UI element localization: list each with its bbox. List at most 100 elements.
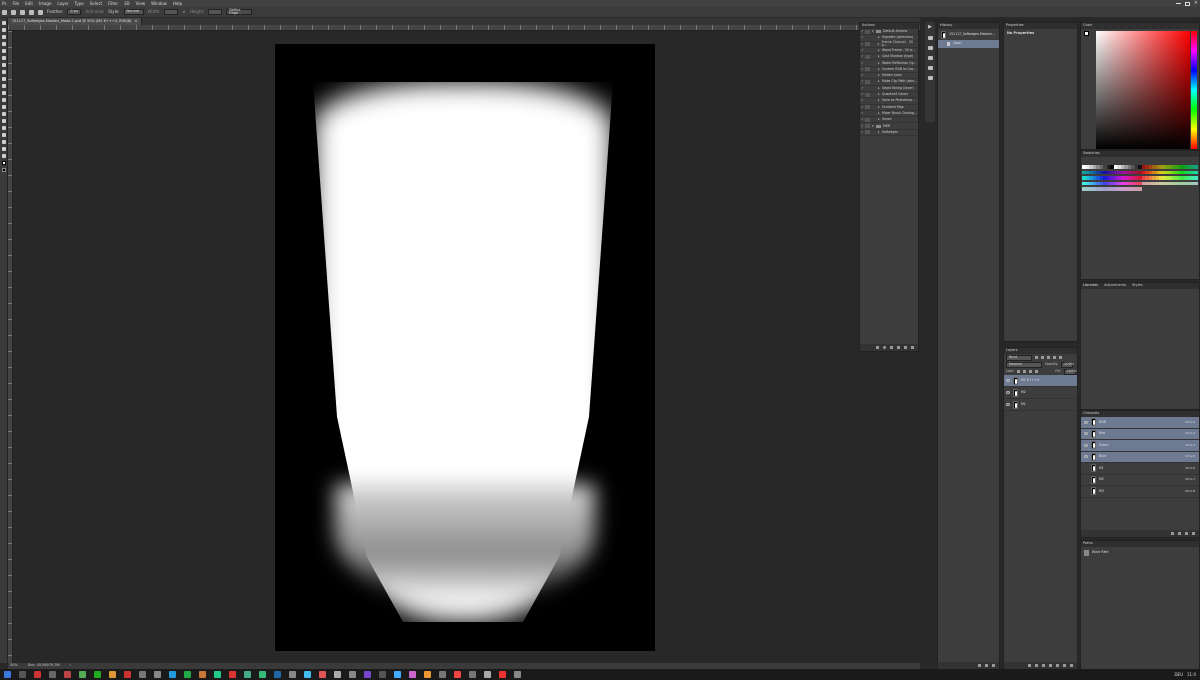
camera-icon[interactable] <box>985 664 988 667</box>
antialias-checkbox[interactable]: Anti-alias <box>85 10 104 14</box>
layer-filter-select[interactable]: Kind <box>1006 354 1032 361</box>
menu-item-type[interactable]: Type <box>75 1 84 6</box>
new-channel-icon[interactable] <box>1185 532 1188 535</box>
height-input[interactable] <box>208 9 223 15</box>
style-select[interactable]: Normal <box>123 9 144 15</box>
path-row[interactable]: Work Path <box>1081 547 1199 558</box>
move-tool-icon[interactable] <box>2 21 6 25</box>
close-icon[interactable]: × <box>134 19 137 24</box>
channel-row[interactable]: RGB Ctrl+2 <box>1081 417 1199 429</box>
history-state[interactable]: Open <box>938 40 999 48</box>
color-picker-field[interactable] <box>1096 31 1190 149</box>
channel-row[interactable]: Red Ctrl+3 <box>1081 428 1199 440</box>
play-icon[interactable]: ▶ <box>928 25 932 30</box>
lock-all-icon[interactable] <box>1035 370 1039 373</box>
fill-input[interactable]: 100% <box>1063 368 1077 375</box>
dialog-toggle-icon[interactable] <box>864 42 870 47</box>
taskbar-app-icon[interactable] <box>229 671 236 678</box>
pen-tool-icon[interactable] <box>2 119 6 123</box>
channel-row[interactable]: M2 Ctrl+7 <box>1081 475 1199 486</box>
hand-tool-icon[interactable] <box>2 147 6 151</box>
new-selection-icon[interactable] <box>11 9 16 15</box>
layer-row[interactable]: M2 <box>1004 387 1077 399</box>
taskbar-app-icon[interactable] <box>244 671 251 678</box>
taskbar-app-icon[interactable] <box>169 671 176 678</box>
channel-row[interactable]: Blue Ctrl+5 <box>1081 451 1199 463</box>
mask-icon[interactable] <box>1042 664 1045 667</box>
visibility-eye-icon[interactable] <box>1006 391 1010 394</box>
dialog-toggle-icon[interactable] <box>865 29 870 34</box>
menu-item-window[interactable]: Window <box>151 1 167 6</box>
filter-pixel-icon[interactable] <box>1035 356 1038 359</box>
dialog-toggle-icon[interactable] <box>865 92 870 97</box>
taskbar-app-icon[interactable] <box>394 671 401 678</box>
channel-row[interactable]: M1 Ctrl+6 <box>1081 463 1199 475</box>
foreground-background-icon[interactable] <box>1084 31 1091 38</box>
start-icon[interactable] <box>4 671 11 678</box>
history-icon[interactable] <box>927 36 933 40</box>
taskbar-app-icon[interactable] <box>154 671 161 678</box>
eraser-tool-icon[interactable] <box>2 91 6 95</box>
brush-settings-icon[interactable] <box>927 46 933 50</box>
visibility-eye-icon[interactable] <box>1006 403 1010 406</box>
tab-styles[interactable]: Styles <box>1132 284 1143 288</box>
eyedropper-tool-icon[interactable] <box>2 56 6 60</box>
taskbar-app-icon[interactable] <box>139 671 146 678</box>
swatch[interactable] <box>1194 170 1198 175</box>
color-panel-tab[interactable]: Color <box>1081 23 1199 29</box>
channel-row[interactable]: Green Ctrl+4 <box>1081 440 1199 452</box>
tab-adjustments[interactable]: Adjustments <box>1104 284 1126 288</box>
swatch[interactable] <box>1194 176 1198 180</box>
trash-icon[interactable] <box>1070 664 1073 667</box>
refine-edge-button[interactable]: Refine Edge... <box>226 8 253 15</box>
taskbar-app-icon[interactable] <box>199 671 206 678</box>
dialog-toggle-icon[interactable] <box>865 54 870 59</box>
trash-icon[interactable] <box>1192 532 1195 535</box>
clone-source-icon[interactable] <box>927 56 933 60</box>
width-input[interactable] <box>164 9 179 15</box>
history-snapshot[interactable]: 151117_Softedges-Masken... <box>938 29 999 40</box>
dialog-toggle-icon[interactable] <box>865 36 870 40</box>
close-icon[interactable]: × <box>1194 1 1198 6</box>
quick-select-tool-icon[interactable] <box>2 42 6 46</box>
tray-language[interactable]: DEU <box>1174 672 1183 677</box>
tray-clock[interactable]: 11:0 <box>1187 672 1196 677</box>
history-brush-tool-icon[interactable] <box>2 84 6 88</box>
menu-item-layer[interactable]: Layer <box>57 1 68 6</box>
subtract-selection-icon[interactable] <box>29 9 34 15</box>
lock-position-icon[interactable] <box>1029 370 1033 373</box>
new-action-icon[interactable] <box>904 346 907 349</box>
save-selection-icon[interactable] <box>1178 532 1181 535</box>
menu-item-filter[interactable]: Filter <box>108 1 118 6</box>
taskbar-app-icon[interactable] <box>484 671 491 678</box>
taskbar-app-icon[interactable] <box>124 671 131 678</box>
lock-transparent-icon[interactable] <box>1017 370 1021 373</box>
fx-icon[interactable] <box>1035 664 1038 667</box>
dialog-toggle-icon[interactable] <box>865 124 870 129</box>
brush-tool-icon[interactable] <box>2 70 6 74</box>
marquee-tool-icon[interactable] <box>2 28 6 32</box>
action-row[interactable]: ✓ ▸ Softedges <box>860 130 918 137</box>
hue-slider[interactable] <box>1191 31 1197 149</box>
layer-row[interactable]: M2 K+++4 <box>1004 375 1077 387</box>
taskbar-app-icon[interactable] <box>109 671 116 678</box>
taskbar-app-icon[interactable] <box>409 671 416 678</box>
swatch[interactable] <box>1194 165 1198 169</box>
tool-presets-icon[interactable] <box>927 66 933 70</box>
record-icon[interactable] <box>883 346 886 349</box>
foreground-color-swatch[interactable] <box>2 161 6 165</box>
lock-image-icon[interactable] <box>1023 370 1027 373</box>
taskbar-app-icon[interactable] <box>289 671 296 678</box>
dialog-toggle-icon[interactable] <box>865 61 870 65</box>
taskbar-app-icon[interactable] <box>304 671 311 678</box>
document-tab[interactable]: 151117_Softedges-Masken_Mode-2.psd @ 50%… <box>8 18 143 25</box>
taskbar-app-icon[interactable] <box>349 671 356 678</box>
character-icon[interactable] <box>927 76 933 80</box>
trash-icon[interactable] <box>911 346 914 349</box>
feather-input[interactable]: 0 px <box>67 9 82 15</box>
menu-item-ps[interactable]: Ps <box>2 1 6 6</box>
stop-icon[interactable] <box>876 346 879 349</box>
trash-icon[interactable] <box>992 664 995 667</box>
stamp-tool-icon[interactable] <box>2 77 6 81</box>
taskbar-app-icon[interactable] <box>439 671 446 678</box>
